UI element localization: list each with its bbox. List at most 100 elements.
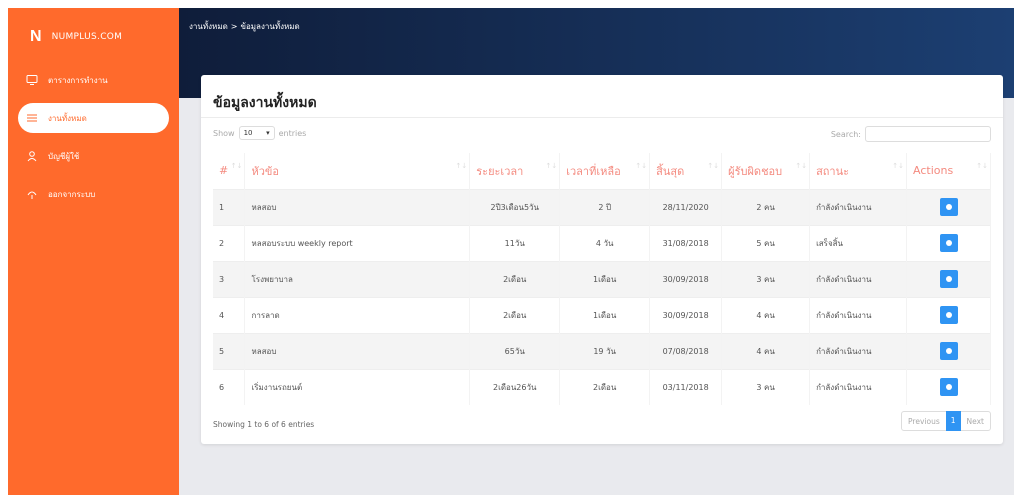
cell-actions (906, 368, 991, 405)
table-info: Showing 1 to 6 of 6 entries (213, 420, 315, 429)
pagination-previous[interactable]: Previous (902, 417, 946, 426)
table-row: 3 โรงพยาบาล 2เดือน 1เดือน 30/09/2018 3 ค… (213, 260, 991, 297)
cell-title: หลสอบ (244, 188, 471, 225)
cell-title: โรงพยาบาล (244, 260, 471, 297)
show-label: Show (213, 128, 235, 138)
table-row: 4 การลาด 2เดือน 1เดือน 30/09/2018 4 คน ก… (213, 296, 991, 333)
sort-icon: ↑↓ (230, 162, 243, 170)
cell-no: 2 (213, 224, 246, 261)
page-length-value: 10 (243, 129, 253, 137)
search-input[interactable] (865, 126, 991, 142)
page-length-select[interactable]: 10 ▾ (238, 126, 275, 140)
view-button[interactable] (939, 198, 958, 216)
col-header-staff[interactable]: ผู้รับผิดชอบ ↑↓ (721, 153, 811, 189)
user-icon (26, 150, 38, 162)
brand[interactable]: N NUMPLUS.COM (8, 8, 179, 65)
cell-duration: 2เดือน (469, 296, 561, 333)
cell-remaining: 4 วัน (559, 224, 651, 261)
chevron-down-icon: ▾ (266, 129, 270, 137)
view-button[interactable] (939, 342, 958, 360)
sidebar-item-label: ออกจากระบบ (48, 189, 96, 199)
col-header-title[interactable]: หัวข้อ ↑↓ (244, 153, 471, 189)
cell-title: เริ่มงานรถยนต์ (244, 368, 471, 405)
cell-status: กำลังดำเนินงาน (809, 188, 907, 225)
cell-status: กำลังดำเนินงาน (809, 260, 907, 297)
table-header-row: # ↑↓ หัวข้อ ↑↓ ระยะเวลา ↑↓ เวลาที่เหลือ ↑↓ ส… (213, 153, 991, 189)
table-row: 6 เริ่มงานรถยนต์ 2เดือน26วัน 2เดือน 03/1… (213, 368, 991, 405)
col-header-end[interactable]: สิ้นสุด ↑↓ (649, 153, 723, 189)
sort-icon: ↑↓ (707, 162, 720, 170)
breadcrumb-current: ข้อมูลงานทั้งหมด (240, 22, 300, 31)
cell-title: หลสอบ (244, 332, 471, 369)
view-button[interactable] (939, 378, 958, 397)
cell-remaining: 1เดือน (559, 260, 651, 297)
pagination: Previous 1 Next (901, 411, 991, 431)
cell-status: กำลังดำเนินงาน (809, 332, 907, 369)
cell-staff: 4 คน (721, 296, 811, 333)
pagination-next[interactable]: Next (961, 417, 990, 426)
col-header-remaining[interactable]: เวลาที่เหลือ ↑↓ (559, 153, 651, 189)
cell-end: 28/11/2020 (649, 188, 723, 225)
breadcrumb-parent[interactable]: งานทั้งหมด (189, 20, 228, 33)
search-control: Search: (831, 126, 991, 142)
table-row: 5 หลสอบ 65วัน 19 วัน 07/08/2018 4 คน กำล… (213, 332, 991, 369)
sidebar-item-label: ตารางการทำงาน (48, 75, 108, 85)
cell-staff: 5 คน (721, 224, 811, 261)
cell-title: การลาด (244, 296, 471, 333)
cell-no: 4 (213, 296, 246, 333)
cell-duration: 65วัน (469, 332, 561, 369)
sidebar: N NUMPLUS.COM ตารางการทำงาน งานทั้งหมด บ… (8, 8, 179, 495)
col-header-duration[interactable]: ระยะเวลา ↑↓ (469, 153, 561, 189)
cell-staff: 3 คน (721, 368, 811, 405)
search-label: Search: (830, 129, 861, 139)
cell-actions (906, 296, 991, 333)
cell-end: 30/09/2018 (649, 296, 723, 333)
view-button[interactable] (939, 270, 958, 288)
view-button[interactable] (939, 306, 958, 324)
table-row: 1 หลสอบ 2ปี3เดือน5วัน 2 ปี 28/11/2020 2 … (213, 188, 991, 225)
page-length-control: Show 10 ▾ entries (213, 126, 306, 140)
divider (201, 117, 1003, 118)
table-row: 2 หลสอบระบบ weekly report 11วัน 4 วัน 31… (213, 224, 991, 261)
col-header-no[interactable]: # ↑↓ (213, 153, 246, 189)
cell-remaining: 2 ปี (559, 188, 651, 225)
cell-actions (906, 224, 991, 261)
brand-logo: N (30, 27, 42, 45)
sidebar-item-schedule[interactable]: ตารางการทำงาน (8, 65, 179, 95)
cell-duration: 11วัน (469, 224, 561, 261)
cell-staff: 4 คน (721, 332, 811, 369)
breadcrumb: งานทั้งหมด > ข้อมูลงานทั้งหมด (189, 20, 300, 33)
cell-actions (906, 332, 991, 369)
cell-no: 6 (213, 368, 246, 405)
cell-remaining: 19 วัน (559, 332, 651, 369)
cell-staff: 2 คน (721, 188, 811, 225)
cell-actions (906, 260, 991, 297)
sort-icon: ↑↓ (795, 162, 808, 170)
app: N NUMPLUS.COM ตารางการทำงาน งานทั้งหมด บ… (0, 0, 1014, 495)
col-header-actions[interactable]: Actions ↑↓ (906, 153, 991, 189)
logout-icon (26, 188, 38, 200)
cell-staff: 3 คน (721, 260, 811, 297)
cell-remaining: 2เดือน (559, 368, 651, 405)
cell-no: 3 (213, 260, 246, 297)
cell-end: 03/11/2018 (649, 368, 723, 405)
jobs-table: # ↑↓ หัวข้อ ↑↓ ระยะเวลา ↑↓ เวลาที่เหลือ ↑↓ ส… (213, 153, 991, 405)
cell-end: 31/08/2018 (649, 224, 723, 261)
cell-status: เสร็จสิ้น (809, 224, 907, 261)
col-header-status[interactable]: สถานะ ↑↓ (809, 153, 907, 189)
sort-icon: ↑↓ (892, 162, 904, 170)
cell-actions (906, 188, 991, 225)
cell-no: 1 (213, 188, 246, 225)
cell-duration: 2เดือน26วัน (469, 368, 561, 405)
sidebar-item-logout[interactable]: ออกจากระบบ (8, 179, 179, 209)
cell-duration: 2เดือน (469, 260, 561, 297)
pagination-page-1[interactable]: 1 (945, 411, 961, 431)
view-button[interactable] (939, 234, 958, 252)
sort-icon: ↑↓ (976, 162, 988, 170)
sidebar-item-account[interactable]: บัญชีผู้ใช้ (8, 141, 179, 171)
page-title: ข้อมูลงานทั้งหมด (213, 95, 317, 111)
entries-label: entries (278, 128, 307, 138)
brand-name: NUMPLUS.COM (51, 31, 123, 42)
cell-no: 5 (213, 332, 246, 369)
sidebar-item-all-jobs[interactable]: งานทั้งหมด (18, 103, 169, 133)
